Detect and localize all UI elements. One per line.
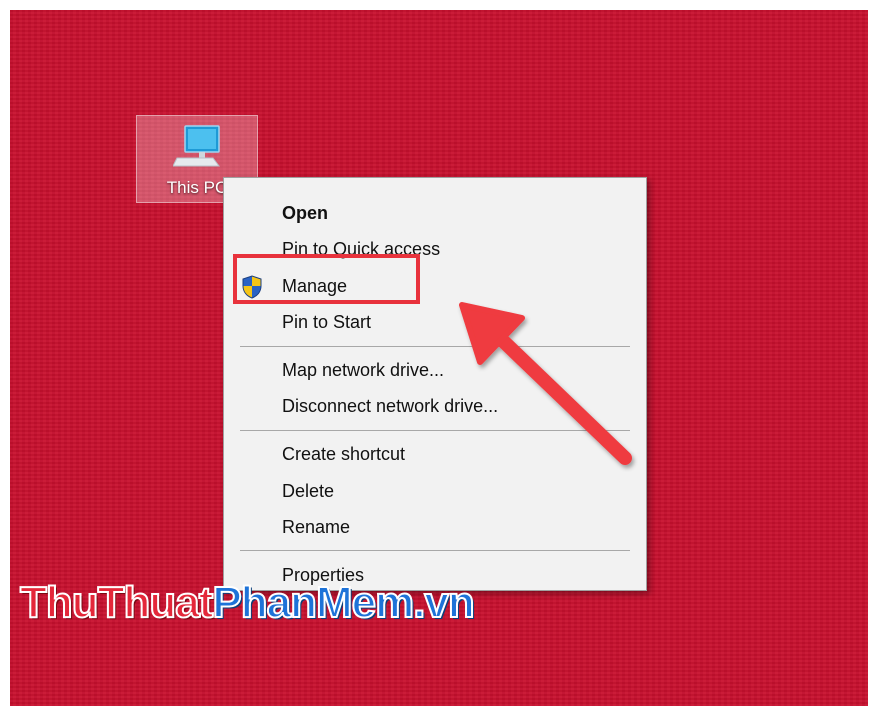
menu-item-pin-to-start[interactable]: Pin to Start: [224, 305, 646, 339]
menu-item-label: Create shortcut: [282, 443, 406, 464]
menu-item-label: Rename: [282, 516, 351, 537]
menu-item-label: Disconnect network drive...: [282, 395, 499, 416]
menu-separator: [240, 430, 630, 431]
menu-item-map-network-drive[interactable]: Map network drive...: [224, 353, 646, 387]
menu-item-create-shortcut[interactable]: Create shortcut: [224, 437, 646, 471]
watermark-part-1: ThuThuat: [19, 577, 214, 628]
watermark-part-2: PhanMem.vn: [211, 577, 475, 628]
watermark-logo: ThuThuatPhanMem.vn: [19, 577, 476, 628]
menu-item-label: Pin to Start: [282, 311, 372, 332]
computer-icon: [173, 125, 220, 167]
menu-item-open[interactable]: Open: [224, 196, 646, 230]
menu-item-disconnect-network-drive[interactable]: Disconnect network drive...: [224, 389, 646, 423]
menu-item-label: Open: [282, 202, 329, 223]
menu-separator: [240, 550, 630, 551]
manage-highlight-box: [233, 254, 420, 304]
menu-item-rename[interactable]: Rename: [224, 510, 646, 544]
menu-item-label: Delete: [282, 480, 335, 501]
menu-separator: [240, 346, 630, 347]
menu-item-delete[interactable]: Delete: [224, 474, 646, 508]
context-menu: Open Pin to Quick access Manage Pin to S…: [223, 177, 647, 591]
menu-item-label: Map network drive...: [282, 359, 445, 380]
